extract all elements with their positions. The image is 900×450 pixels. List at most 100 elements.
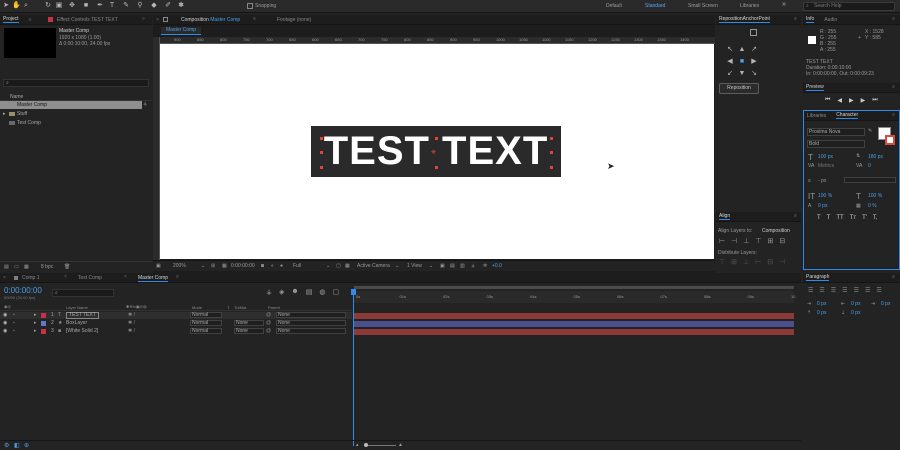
reposition-button[interactable]: Reposition bbox=[719, 83, 759, 94]
eye-icon[interactable]: ◉ bbox=[3, 328, 7, 335]
workspace-small-screen[interactable]: Small Screen bbox=[688, 3, 718, 9]
layer-name[interactable]: TEST TEXT bbox=[66, 312, 99, 319]
workspace-default[interactable]: Default bbox=[606, 3, 622, 9]
label-color-swatch[interactable] bbox=[41, 321, 46, 326]
layer-row[interactable]: ◉ ▪ ▸ 1 T TEST TEXT ✱ / Normal @ None bbox=[0, 312, 352, 319]
text-bounding-handle[interactable] bbox=[320, 151, 323, 154]
chevron-right-icon[interactable]: ▸ bbox=[34, 320, 37, 327]
timeline-search-input[interactable]: ⌕ bbox=[52, 289, 114, 297]
work-area-bar[interactable] bbox=[354, 286, 794, 289]
mask-tool-icon[interactable]: ■ bbox=[82, 2, 90, 10]
transparency-grid-icon[interactable]: ▦ bbox=[345, 263, 350, 269]
selection-tool-icon[interactable]: ➤ bbox=[2, 2, 10, 10]
frame-blending-icon[interactable]: ▤ bbox=[306, 288, 313, 296]
composition-viewer[interactable]: TEST TEXT ⌖ ➤ bbox=[160, 44, 714, 259]
timeline-icon[interactable]: ▥ bbox=[460, 263, 465, 269]
faux-italic-button[interactable]: T bbox=[827, 215, 831, 221]
text-bounding-handle[interactable] bbox=[550, 151, 553, 154]
region-icon[interactable]: ▢ bbox=[336, 263, 341, 269]
distribute-left-icon[interactable]: ⊢ bbox=[755, 258, 761, 266]
pickwhip-icon[interactable]: @ bbox=[266, 328, 271, 335]
tab-master-comp[interactable]: Master Comp bbox=[138, 275, 169, 282]
tsume-value[interactable]: 0 % bbox=[868, 203, 877, 209]
vertical-scale-value[interactable]: 100 % bbox=[818, 193, 832, 199]
tab-paragraph[interactable]: Paragraph bbox=[806, 274, 830, 281]
current-time[interactable]: 0:00:00:00 bbox=[231, 263, 255, 269]
type-tool-icon[interactable]: T bbox=[108, 2, 116, 10]
new-folder-icon[interactable]: ▭ bbox=[14, 264, 19, 270]
flowchart-icon[interactable]: ⚶ bbox=[471, 263, 475, 269]
search-help-input[interactable]: ⌕ Search Help bbox=[803, 2, 895, 11]
layer-track-bar[interactable] bbox=[354, 313, 794, 319]
distribute-bottom-icon[interactable]: ⊥ bbox=[743, 258, 749, 266]
project-item-test-comp[interactable]: Test Comp bbox=[0, 119, 152, 127]
align-right-text-icon[interactable]: ☰ bbox=[831, 287, 836, 294]
audio-icon[interactable]: ▪ bbox=[13, 320, 15, 327]
fast-preview-icon[interactable]: ▤ bbox=[450, 263, 455, 269]
align-left-icon[interactable]: ⊢ bbox=[719, 237, 725, 245]
toggle-switches-icon[interactable]: ⚙ bbox=[4, 442, 9, 449]
tab-test-comp[interactable]: Test Comp bbox=[78, 275, 102, 281]
panel-menu-icon[interactable]: ≡ bbox=[892, 112, 895, 118]
step-forward-icon[interactable]: ▶ bbox=[861, 97, 866, 104]
arrow-down-right-icon[interactable]: ↘ bbox=[748, 68, 760, 80]
breadcrumb[interactable]: Master Comp bbox=[161, 27, 202, 35]
new-composition-icon[interactable]: ▦ bbox=[24, 264, 29, 270]
panel-menu-icon[interactable]: ≡ bbox=[794, 213, 797, 219]
chevron-double-right-icon[interactable]: » bbox=[780, 1, 788, 9]
text-bounding-handle[interactable] bbox=[320, 166, 323, 169]
arrow-right-icon[interactable]: ▶ bbox=[748, 56, 760, 68]
exposure-value[interactable]: +0.0 bbox=[492, 263, 502, 269]
trash-icon[interactable]: 🗑 bbox=[64, 264, 70, 270]
font-family-dropdown[interactable]: Proxima Nova bbox=[807, 128, 865, 136]
close-icon[interactable]: × bbox=[124, 274, 127, 280]
snapshot-icon[interactable]: ◙ bbox=[261, 263, 264, 269]
panel-menu-icon[interactable]: ≡ bbox=[176, 274, 179, 280]
column-parent[interactable]: Parent bbox=[268, 305, 280, 310]
hand-tool-icon[interactable]: ✋ bbox=[12, 2, 21, 10]
anchor-point-icon[interactable]: ⌖ bbox=[431, 147, 436, 158]
mode-dropdown[interactable]: Normal bbox=[190, 312, 222, 318]
toggle-in-out-icon[interactable]: ⊕ bbox=[24, 442, 29, 449]
chevron-down-icon[interactable]: ⌄ bbox=[326, 263, 330, 269]
skip-to-start-icon[interactable]: ⏮ bbox=[825, 97, 830, 104]
puppet-tool-icon[interactable]: ✱ bbox=[177, 2, 185, 10]
grid-icon[interactable]: ⊞ bbox=[211, 263, 215, 269]
tracking-value[interactable]: 0 bbox=[868, 163, 871, 169]
align-left-text-icon[interactable]: ☰ bbox=[808, 287, 813, 294]
column-t[interactable]: T bbox=[227, 305, 229, 310]
layer-switches-icons[interactable]: ✱ / bbox=[128, 312, 135, 319]
workspace-standard[interactable]: Standard bbox=[645, 3, 665, 9]
bpc-label[interactable]: 8 bpc bbox=[41, 264, 53, 270]
pen-tool-icon[interactable]: ✒ bbox=[96, 2, 104, 10]
align-bottom-icon[interactable]: ⊟ bbox=[779, 237, 785, 245]
roto-brush-tool-icon[interactable]: ✐ bbox=[164, 2, 172, 10]
stroke-type-dropdown[interactable] bbox=[844, 177, 896, 183]
flowchart-icon[interactable]: ⚶ bbox=[143, 101, 147, 107]
motion-blur-icon[interactable]: ◍ bbox=[319, 288, 325, 296]
arrow-up-right-icon[interactable]: ↗ bbox=[748, 44, 760, 56]
leading-value[interactable]: 180 px bbox=[868, 154, 883, 160]
text-bounding-handle[interactable] bbox=[550, 137, 553, 140]
tab-composition[interactable]: Composition Master Comp bbox=[181, 17, 240, 23]
superscript-button[interactable]: T' bbox=[862, 215, 867, 221]
eye-icon[interactable]: ◉ bbox=[3, 312, 7, 319]
layer-row[interactable]: ◉ ▪ ▸ 3 ■ [White Solid 2] ✱ / Normal None @ None bbox=[0, 328, 352, 335]
tab-character[interactable]: Character bbox=[836, 112, 859, 119]
align-to-dropdown[interactable]: Composition bbox=[762, 228, 790, 234]
skip-to-end-icon[interactable]: ⏭ bbox=[872, 97, 877, 104]
align-right-icon[interactable]: ⊥ bbox=[743, 237, 749, 245]
clone-stamp-tool-icon[interactable]: ⚲ bbox=[136, 2, 144, 10]
label-color-swatch[interactable] bbox=[41, 313, 46, 318]
chevron-down-icon[interactable]: ⌄ bbox=[395, 263, 399, 269]
align-h-center-icon[interactable]: ⊣ bbox=[731, 237, 737, 245]
stroke-width-value[interactable]: - px bbox=[818, 178, 826, 184]
eraser-tool-icon[interactable]: ◆ bbox=[150, 2, 158, 10]
font-size-value[interactable]: 100 px bbox=[818, 154, 833, 160]
mode-dropdown[interactable]: Normal bbox=[190, 320, 222, 326]
tab-audio[interactable]: Audio bbox=[824, 17, 837, 23]
tab-libraries[interactable]: Libraries bbox=[807, 113, 826, 119]
step-back-icon[interactable]: ◀ bbox=[837, 97, 842, 104]
play-icon[interactable]: ▶ bbox=[849, 97, 854, 104]
color-icon[interactable]: ● bbox=[280, 263, 283, 269]
